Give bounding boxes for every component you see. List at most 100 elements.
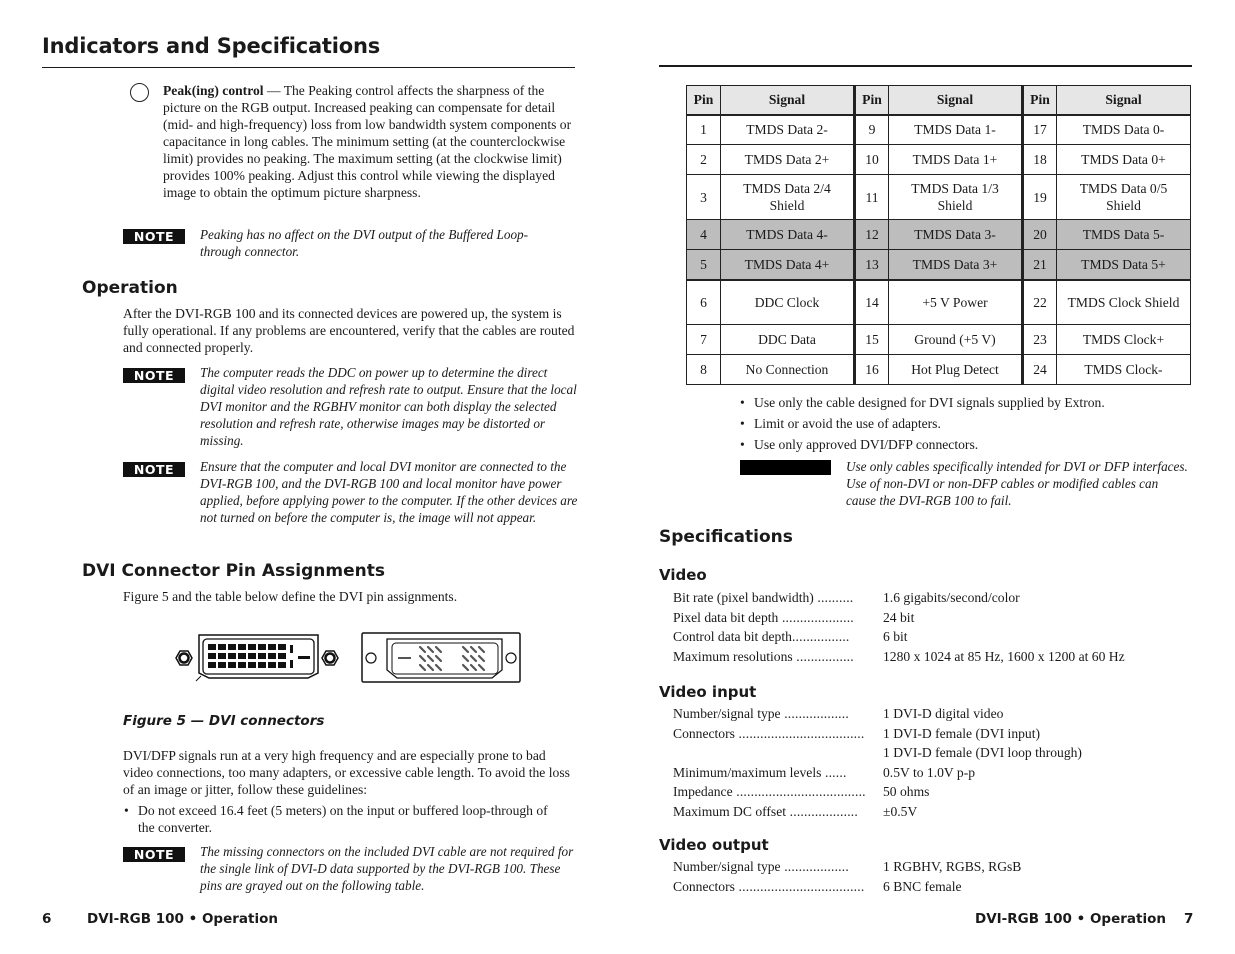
pin-socket (248, 644, 256, 650)
signal-name-cell: TMDS Data 4+ (720, 249, 855, 281)
pin-socket (258, 662, 266, 668)
pin-number-cell: 7 (686, 324, 721, 355)
page-number-right: 7 (1184, 911, 1194, 927)
pin-number-cell: 21 (1021, 249, 1057, 281)
spec-label: Bit rate (pixel bandwidth) .......... (673, 588, 883, 608)
spec-row: Connectors .............................… (673, 877, 1193, 897)
footer-label-right: DVI-RGB 100 • Operation (975, 911, 1166, 927)
note-missing-connectors: The missing connectors on the included D… (200, 844, 574, 893)
video-input-spec-list: Number/signal type .................. 1 D… (673, 704, 1193, 821)
spec-value: 1 DVI-D female (DVI loop through) (883, 745, 1082, 760)
spec-row: Bit rate (pixel bandwidth) .......... 1.6… (673, 588, 1193, 608)
spec-label: Minimum/maximum levels ...... (673, 763, 883, 783)
spec-label-text: Number/signal type (673, 706, 781, 721)
circle-control-icon (130, 83, 149, 102)
note-badge: NOTE (123, 229, 185, 244)
spec-leader-dots: ................ (791, 629, 850, 644)
pin-number-cell: 16 (853, 354, 889, 385)
dvi-connectors-figure (175, 632, 521, 683)
pin-socket (278, 653, 286, 659)
spec-value: 1.6 gigabits/second/color (883, 590, 1020, 605)
pin-number-cell: 18 (1021, 144, 1057, 175)
table-row: 5 TMDS Data 4+ 13 TMDS Data 3+ 21 TMDS Data 5… (686, 249, 1191, 281)
pin-socket (258, 644, 266, 650)
guidelines-list: Do not exceed 16.4 feet (5 meters) on th… (123, 802, 553, 836)
spec-row: Maximum DC offset ................... ±0.… (673, 802, 1193, 822)
spec-leader-dots: ................................... (734, 725, 865, 741)
operation-text: After the DVI-RGB 100 and its connected … (123, 306, 575, 355)
signal-name-cell: TMDS Data 2- (720, 113, 855, 145)
column-header-signal: Signal (1056, 85, 1191, 115)
list-item: Use only the cable designed for DVI sign… (739, 392, 1189, 413)
operation-heading: Operation (82, 278, 178, 298)
pin-number-cell: 12 (853, 219, 889, 250)
pin-number-cell: 8 (686, 354, 721, 385)
signal-name-cell: DDC Data (720, 324, 855, 355)
pin-socket (238, 662, 246, 668)
pin-assignments-heading: DVI Connector Pin Assignments (82, 561, 385, 581)
pin-number-cell: 5 (686, 249, 721, 281)
pin-socket (238, 653, 246, 659)
pin-socket (238, 644, 246, 650)
signal-name-cell: TMDS Data 0- (1056, 113, 1191, 145)
pin-socket (268, 662, 276, 668)
spec-value: 6 bit (883, 629, 908, 644)
video-heading: Video (659, 566, 707, 584)
spec-label: Connectors .............................… (673, 877, 883, 897)
pin-socket (228, 653, 236, 659)
pin-number-cell: 24 (1021, 354, 1057, 385)
signal-name-cell: TMDS Data 5- (1056, 219, 1191, 250)
pin-number-cell: 6 (686, 279, 721, 325)
pin-number-cell: 4 (686, 219, 721, 250)
dvi-female-connector-icon (175, 634, 339, 682)
video-output-spec-list: Number/signal type .................. 1 R… (673, 857, 1193, 896)
spec-value: 1 DVI-D female (DVI input) (883, 725, 1041, 741)
pin-number-cell: 15 (853, 324, 889, 355)
column-header-pin: Pin (1021, 85, 1057, 115)
spec-leader-dots: ................ (792, 648, 854, 664)
peak-control-label: Peak(ing) control (163, 83, 264, 98)
signal-name-cell: TMDS Clock+ (1056, 324, 1191, 355)
spec-value: ±0.5V (883, 803, 918, 819)
signal-name-cell: TMDS Data 0+ (1056, 144, 1191, 175)
table-row: 1 TMDS Data 2- 9 TMDS Data 1- 17 TMDS Data 0- (686, 113, 1191, 145)
spec-row: Control data bit depth................ 6 … (673, 627, 1193, 647)
pin-number-cell: 17 (1021, 113, 1057, 145)
spec-row: Number/signal type .................. 1 D… (673, 704, 1193, 724)
pin-socket (218, 653, 226, 659)
spec-row: Minimum/maximum levels ...... 0.5V to 1.0… (673, 763, 1193, 783)
table-row: 6 DDC Clock 14 +5 V Power 22 TMDS Clock Shiel… (686, 279, 1191, 325)
pin-assignment-table: Pin Signal Pin Signal Pin Signal 1 TMDS D… (686, 85, 1191, 385)
pin-assignments-intro: Figure 5 and the table below define the … (123, 589, 458, 604)
spec-leader-dots: .................................... (732, 784, 866, 799)
signal-name-cell: TMDS Data 3- (888, 219, 1023, 250)
spec-row: Pixel data bit depth ...................… (673, 608, 1193, 628)
column-header-pin: Pin (686, 85, 721, 115)
column-header-pin: Pin (853, 85, 889, 115)
spec-value: 0.5V to 1.0V p-p (883, 764, 976, 780)
pin-socket (258, 653, 266, 659)
pin-number-cell: 20 (1021, 219, 1057, 250)
pin-socket (218, 662, 226, 668)
pin-socket (228, 644, 236, 650)
cable-note: Use only cables specifically intended fo… (846, 459, 1188, 508)
caution-badge-redacted (740, 460, 831, 475)
pin-socket (278, 644, 286, 650)
pin-number-cell: 2 (686, 144, 721, 175)
table-row: 7 DDC Data 15 Ground (+5 V) 23 TMDS Clock+ (686, 324, 1191, 355)
spec-leader-dots: ................... (786, 803, 858, 819)
spec-label-text: Maximum DC offset (673, 803, 787, 819)
figure-caption: Figure 5 — DVI connectors (123, 713, 325, 729)
note-peaking: Peaking has no affect on the DVI output … (200, 227, 529, 259)
pin-number-cell: 14 (853, 279, 889, 325)
spec-label: Maximum resolutions ................ (673, 647, 883, 667)
signal-name-cell: TMDS Data 1+ (888, 144, 1023, 175)
pin-number-cell: 19 (1021, 174, 1057, 220)
peak-control-text: — The Peaking control affects the sharpn… (163, 83, 572, 200)
signal-name-cell: TMDS Data 2/4 Shield (720, 174, 855, 220)
spec-row: Connectors .............................… (673, 724, 1193, 744)
specifications-heading: Specifications (659, 527, 793, 547)
header-rule (42, 67, 575, 68)
table-row: 4 TMDS Data 4- 12 TMDS Data 3- 20 TMDS Data 5… (686, 219, 1191, 250)
pin-socket (268, 653, 276, 659)
